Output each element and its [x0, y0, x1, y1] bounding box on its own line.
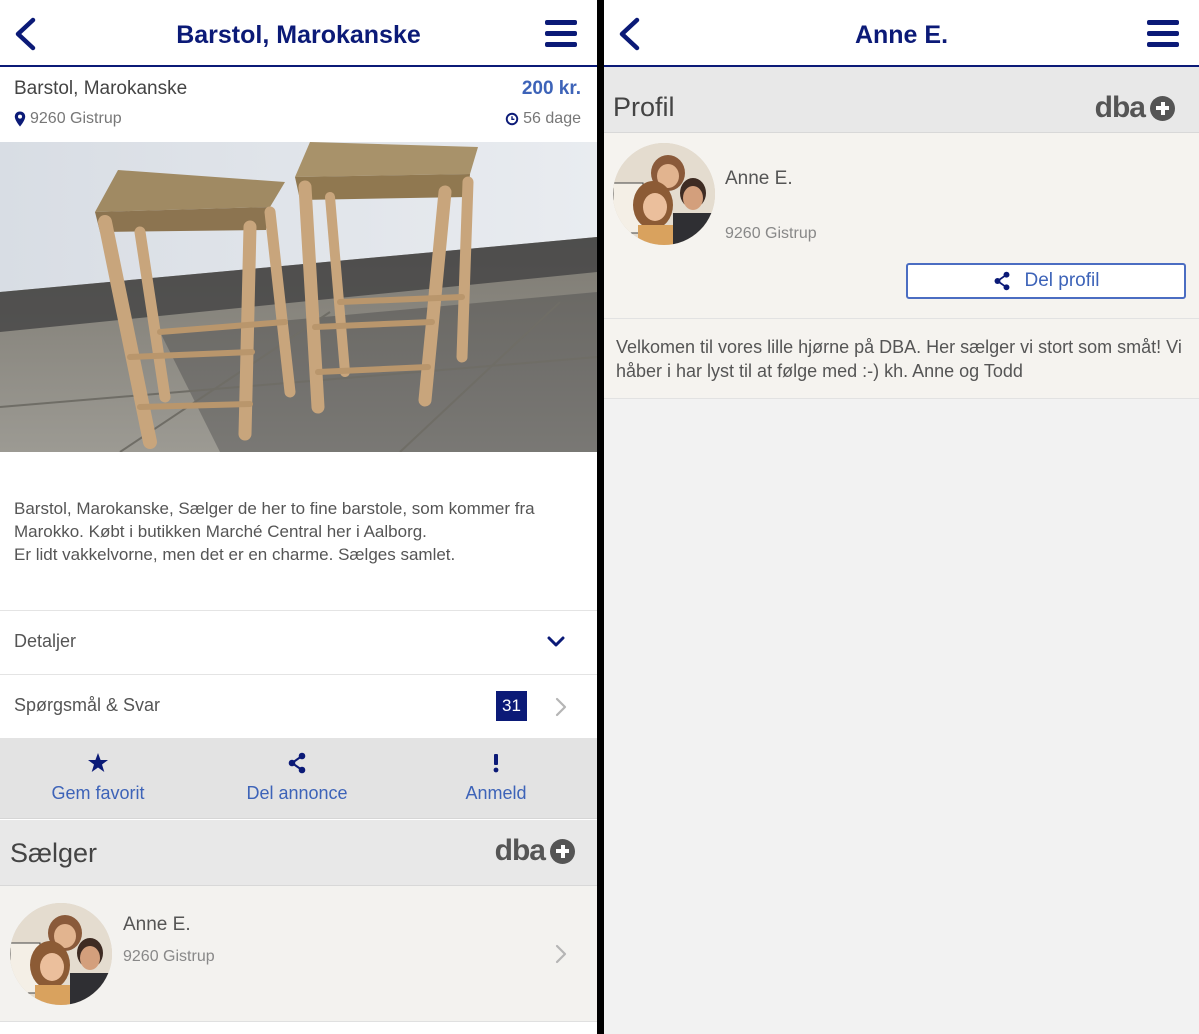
questions-answers-row[interactable]: Spørgsmål & Svar 31 — [0, 674, 597, 737]
seller-card[interactable]: Anne E. 9260 Gistrup — [0, 886, 597, 1022]
share-profile-label: Del profil — [1024, 270, 1100, 291]
share-icon — [994, 271, 1009, 291]
chevron-right-icon — [555, 697, 567, 717]
dba-plus-icon — [550, 838, 575, 864]
exclamation-icon — [493, 754, 499, 773]
family-photo — [10, 903, 112, 1005]
share-listing-button[interactable]: Del annonce — [207, 738, 387, 819]
favorite-label: Gem favorit — [51, 783, 145, 803]
age-text: 56 dage — [523, 110, 581, 127]
details-row[interactable]: Detaljer — [0, 610, 597, 673]
listing-age: 56 dage — [505, 110, 581, 128]
navbar: Barstol, Marokanske — [0, 0, 597, 67]
share-icon — [288, 752, 306, 774]
profile-card: Anne E. 9260 Gistrup Del profil — [604, 133, 1199, 319]
listing-header: Barstol, Marokanske 200 kr. — [14, 78, 581, 104]
profile-location: 9260 Gistrup — [725, 225, 817, 242]
description-paragraph: Barstol, Marokanske, Sælger de her to fi… — [14, 499, 535, 541]
dba-logo: dba — [495, 834, 575, 868]
hamburger-menu-icon[interactable] — [545, 20, 577, 48]
page-title: Barstol, Marokanske — [176, 21, 421, 49]
star-icon — [88, 753, 108, 772]
share-profile-button[interactable]: Del profil — [906, 263, 1186, 299]
profile-name: Anne E. — [725, 168, 793, 189]
report-button[interactable]: Anmeld — [406, 738, 586, 819]
chevron-right-icon — [555, 944, 567, 964]
avatar — [613, 143, 715, 245]
listing-location: 9260 Gistrup — [14, 110, 122, 128]
listing-description: Barstol, Marokanske, Sælger de her to fi… — [14, 497, 579, 566]
share-listing-label: Del annonce — [246, 783, 348, 803]
seller-section-header: Sælger dba — [0, 820, 597, 886]
location-pin-icon — [14, 111, 26, 127]
listing-screen: Barstol, Marokanske Barstol, Marokanske … — [0, 0, 597, 1034]
navbar: Anne E. — [604, 0, 1199, 67]
qa-count-badge: 31 — [496, 691, 527, 721]
report-label: Anmeld — [465, 783, 527, 803]
qa-label: Spørgsmål & Svar — [14, 695, 161, 715]
listing-title: Barstol, Marokanske — [14, 78, 188, 99]
hamburger-menu-icon[interactable] — [1147, 20, 1179, 48]
back-chevron-icon[interactable] — [614, 14, 650, 54]
listing-photo[interactable] — [0, 142, 597, 452]
listing-meta: 9260 Gistrup 56 dage — [14, 110, 581, 132]
barstool-photo — [0, 142, 597, 452]
dba-logo: dba — [1095, 91, 1175, 125]
seller-section-title: Sælger — [10, 838, 98, 868]
page-title: Anne E. — [854, 21, 949, 49]
dba-logo-text: dba — [494, 834, 546, 867]
back-chevron-icon[interactable] — [10, 14, 46, 54]
dba-plus-icon — [1150, 95, 1175, 121]
seller-location: 9260 Gistrup — [123, 948, 215, 965]
profile-bio: Velkomen til vores lille hjørne på DBA. … — [604, 319, 1199, 399]
dba-logo-text: dba — [1094, 91, 1146, 124]
clock-icon — [505, 112, 519, 126]
profile-section-header: Profil dba — [604, 67, 1199, 133]
chevron-down-icon — [547, 636, 565, 647]
listing-price: 200 kr. — [521, 78, 581, 99]
description-paragraph: Er lidt vakkelvorne, men det er en charm… — [14, 545, 456, 564]
profile-screen: Anne E. Profil dba Anne E. 9260 Gistrup … — [604, 0, 1199, 1034]
family-photo — [613, 143, 715, 245]
avatar — [10, 903, 112, 1005]
favorite-button[interactable]: Gem favorit — [8, 738, 188, 819]
details-label: Detaljer — [14, 631, 77, 651]
location-text: 9260 Gistrup — [30, 110, 122, 127]
profile-section-title: Profil — [613, 92, 675, 122]
action-bar: Gem favorit Del annonce Anmeld — [0, 738, 597, 819]
seller-name: Anne E. — [123, 914, 191, 935]
